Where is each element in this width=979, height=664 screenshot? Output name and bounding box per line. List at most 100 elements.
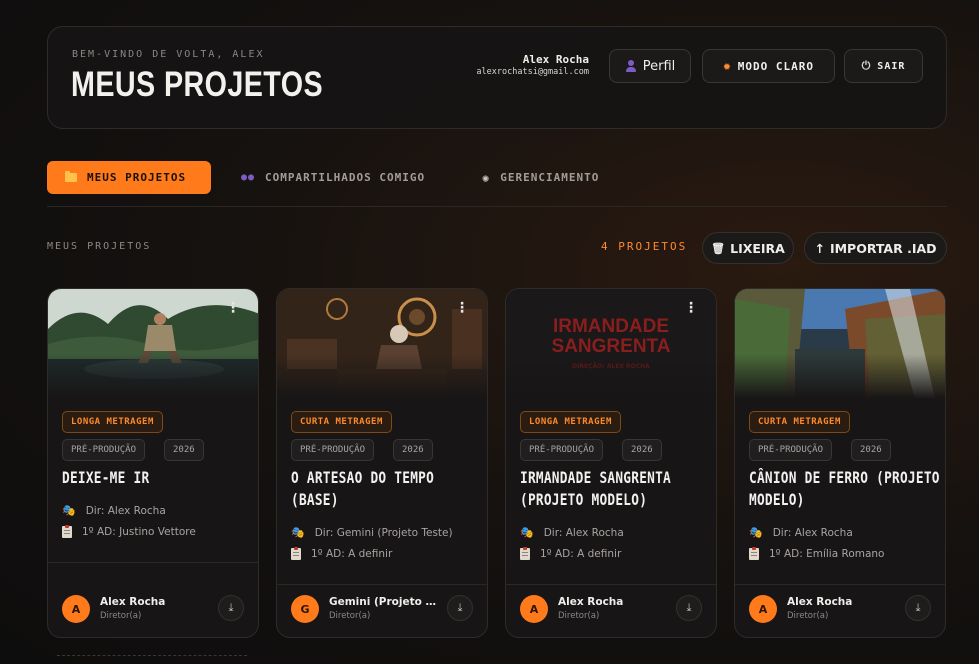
people-icon: ●● [241, 172, 256, 183]
tab-my-projects[interactable]: MEUS PROJETOS [47, 161, 211, 194]
stage-badge: PRÉ-PRODUÇÃO [520, 439, 604, 461]
owner-role: Diretor(a) [329, 611, 371, 621]
director-text: Dir: Gemini (Projeto Teste) [314, 526, 453, 539]
card-menu-icon[interactable]: ⋮ [684, 301, 698, 315]
ad-line: 1º AD: A definir [291, 547, 393, 560]
page-title: MEUS PROJETOS [71, 65, 324, 104]
logout-label: SAIR [877, 60, 906, 72]
card-divider [506, 584, 716, 585]
sun-icon: ✹ [722, 58, 732, 74]
light-mode-button[interactable]: ✹ MODO CLARO [702, 49, 835, 83]
clipboard-icon [520, 547, 530, 560]
logout-button[interactable]: ⏻ SAIR [844, 49, 923, 83]
genre-badge: CURTA METRAGEM [291, 411, 392, 433]
theater-masks-icon: 🎭 [62, 504, 76, 517]
project-card[interactable]: IRMANDADE SANGRENTA DIREÇÃO: ALEX ROCHA … [505, 288, 717, 638]
ad-text: 1º AD: Emília Romano [769, 548, 885, 560]
header-panel: BEM-VINDO DE VOLTA, ALEX MEUS PROJETOS A… [47, 26, 947, 129]
import-label: IMPORTAR .IAD [829, 240, 937, 256]
power-icon: ⏻ [861, 59, 872, 72]
clipboard-icon [62, 525, 72, 538]
clipboard-icon [291, 547, 301, 560]
ad-text: 1º AD: A definir [540, 548, 622, 560]
clipboard-icon [749, 547, 759, 560]
download-icon: ⤓ [915, 601, 921, 614]
stage-badge: PRÉ-PRODUÇÃO [62, 439, 146, 461]
welcome-text: BEM-VINDO DE VOLTA, ALEX [72, 49, 265, 60]
director-text: Dir: Alex Rocha [772, 526, 853, 539]
ad-line: 1º AD: Justino Vettore [62, 525, 196, 538]
ad-line: 1º AD: A definir [520, 547, 622, 560]
owner-role: Diretor(a) [558, 611, 600, 621]
light-mode-label: MODO CLARO [737, 59, 815, 73]
user-info: Alex Rocha alexrochatsi@gmail.com [476, 53, 589, 77]
genre-badge: LONGA METRAGEM [520, 411, 621, 433]
tab-label: MEUS PROJETOS [87, 171, 187, 184]
user-email: alexrochatsi@gmail.com [476, 67, 589, 77]
tab-label: GERENCIAMENTO [500, 171, 600, 184]
director-line: 🎭 Dir: Alex Rocha [749, 526, 853, 539]
poster-title: IRMANDADE SANGRENTA [551, 316, 671, 357]
avatar: A [62, 595, 90, 623]
card-menu-icon[interactable]: ⋮ [455, 301, 469, 315]
download-button[interactable]: ⤓ [676, 595, 702, 621]
project-card[interactable]: CURTA METRAGEM PRÉ-PRODUÇÃO 2026 CÂNION … [734, 288, 946, 638]
avatar: A [520, 595, 548, 623]
download-button[interactable]: ⤓ [447, 595, 473, 621]
tab-shared-with-me[interactable]: ●● COMPARTILHADOS COMIGO [241, 161, 425, 194]
year-badge: 2026 [622, 439, 662, 461]
tab-bar: MEUS PROJETOS ●● COMPARTILHADOS COMIGO ✺… [47, 161, 947, 207]
owner-role: Diretor(a) [100, 611, 142, 621]
director-line: 🎭 Dir: Alex Rocha [62, 504, 166, 517]
tab-management[interactable]: ✺ GERENCIAMENTO [482, 161, 599, 194]
profile-button-label: Perfil [642, 58, 676, 74]
card-divider [735, 584, 945, 585]
owner-name: Alex Rocha [787, 596, 853, 608]
director-line: 🎭 Dir: Alex Rocha [520, 526, 624, 539]
project-card[interactable]: ⋮ LONGA METRAGEM PRÉ-PRODUÇÃO 2026 DEIXE… [47, 288, 259, 638]
profile-button[interactable]: Perfil [609, 49, 691, 83]
import-button[interactable]: ↑ IMPORTAR .IAD [804, 232, 947, 264]
ad-line: 1º AD: Emília Romano [749, 547, 885, 560]
owner-name: Gemini (Projeto Te... [329, 596, 439, 608]
poster-credit: DIREÇÃO: ALEX ROCHA [572, 363, 650, 370]
download-button[interactable]: ⤓ [218, 595, 244, 621]
user-name: Alex Rocha [522, 53, 589, 66]
genre-badge: CURTA METRAGEM [749, 411, 850, 433]
trash-button[interactable]: 🗑 LIXEIRA [702, 232, 794, 264]
trash-icon: 🗑 [711, 241, 726, 255]
upload-arrow-icon: ↑ [814, 240, 825, 256]
theater-masks-icon: 🎭 [291, 526, 305, 539]
avatar: A [749, 595, 777, 623]
gear-icon: ✺ [482, 170, 491, 185]
ad-text: 1º AD: A definir [311, 548, 393, 560]
card-divider [48, 562, 258, 563]
folder-icon [65, 171, 77, 182]
project-thumbnail-canyon [735, 289, 945, 399]
director-line: 🎭 Dir: Gemini (Projeto Teste) [291, 526, 453, 539]
ad-text: 1º AD: Justino Vettore [82, 526, 196, 538]
download-icon: ⤓ [686, 601, 692, 614]
project-count: 4 PROJETOS [601, 240, 688, 253]
owner-role: Diretor(a) [787, 611, 829, 621]
theater-masks-icon: 🎭 [749, 526, 763, 539]
user-icon [625, 60, 637, 72]
project-card[interactable]: ⋮ CURTA METRAGEM PRÉ-PRODUÇÃO 2026 O ART… [276, 288, 488, 638]
download-icon: ⤓ [457, 601, 463, 614]
download-icon: ⤓ [228, 601, 234, 614]
avatar: G [291, 595, 319, 623]
director-text: Dir: Alex Rocha [85, 504, 166, 517]
owner-name: Alex Rocha [558, 596, 624, 608]
project-title: IRMANDADE SANGRENTA (PROJETO MODELO) [520, 468, 671, 509]
project-title: DEIXE-ME IR [62, 468, 150, 487]
stage-badge: PRÉ-PRODUÇÃO [749, 439, 833, 461]
section-label: MEUS PROJETOS [47, 241, 152, 252]
tab-label: COMPARTILHADOS COMIGO [265, 171, 426, 184]
project-title: O ARTESAO DO TEMPO (BASE) [291, 468, 435, 509]
card-menu-icon[interactable]: ⋮ [226, 301, 240, 315]
theater-masks-icon: 🎭 [520, 526, 534, 539]
owner-name: Alex Rocha [100, 596, 166, 608]
download-button[interactable]: ⤓ [905, 595, 931, 621]
year-badge: 2026 [393, 439, 433, 461]
stage-badge: PRÉ-PRODUÇÃO [291, 439, 375, 461]
